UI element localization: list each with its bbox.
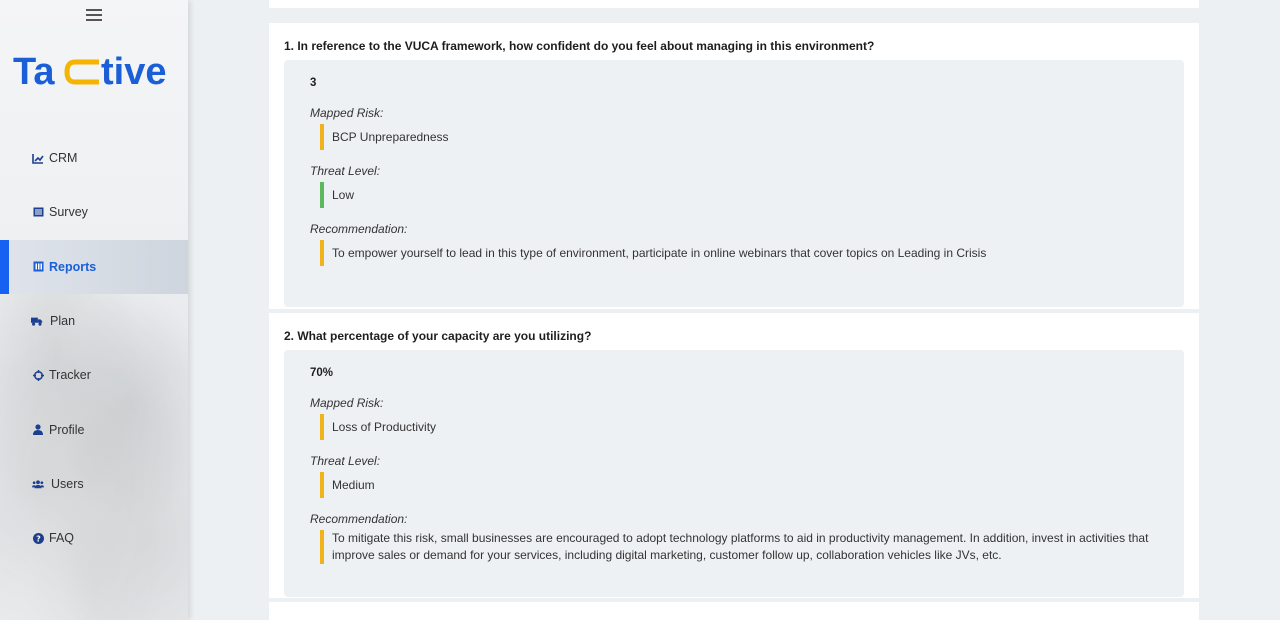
mapped-risk-value: Loss of Productivity: [320, 414, 1158, 440]
recommendation-value: To mitigate this risk, small businesses …: [320, 530, 1158, 564]
sidebar-item-label: Survey: [49, 205, 88, 220]
threat-level-value: Low: [320, 182, 1158, 208]
sidebar: Ta tive CRM Survey Reports Plan Tracker …: [0, 0, 188, 620]
question-title: 2. What percentage of your capacity are …: [284, 329, 592, 343]
question-circle-icon: ?: [32, 532, 44, 544]
sidebar-item-label: FAQ: [49, 531, 75, 546]
recommendation-text: To empower yourself to lead in this type…: [332, 245, 987, 260]
recommendation-label: Recommendation:: [310, 512, 408, 526]
chart-line-icon: [32, 152, 44, 164]
user-icon: [32, 424, 44, 436]
sidebar-item-label: Tracker: [49, 368, 91, 383]
answer-value: 3: [310, 77, 317, 89]
recommendation-text: To mitigate this risk, small businesses …: [332, 531, 1149, 562]
threat-level-value: Medium: [320, 472, 1158, 498]
sidebar-item-label: Reports: [49, 259, 97, 274]
sidebar-item-faq[interactable]: ? FAQ: [0, 511, 188, 565]
threat-level-text: Low: [332, 187, 355, 202]
question-title: 1. In reference to the VUCA framework, h…: [284, 39, 875, 53]
sidebar-item-profile[interactable]: Profile: [0, 402, 188, 456]
answer-value: 70%: [310, 367, 334, 379]
answer-box: 3 Mapped Risk: BCP Unpreparedness Threat…: [284, 60, 1184, 307]
menu-icon[interactable]: [86, 9, 102, 21]
question-card: 1. In reference to the VUCA framework, h…: [269, 23, 1199, 309]
sidebar-nav: CRM Survey Reports Plan Tracker Profile …: [0, 131, 188, 565]
sidebar-item-label: Plan: [50, 314, 76, 329]
recommendation-label: Recommendation:: [310, 222, 408, 236]
svg-text:?: ?: [36, 534, 41, 543]
tactive-logo: Ta tive: [13, 51, 166, 92]
sidebar-item-survey[interactable]: Survey: [0, 185, 188, 239]
sidebar-item-users[interactable]: Users: [0, 457, 188, 511]
report-icon: [32, 261, 44, 273]
list-icon: [32, 206, 44, 218]
crosshair-icon: [32, 369, 44, 381]
sidebar-item-label: CRM: [49, 151, 78, 166]
recommendation-value: To empower yourself to lead in this type…: [320, 240, 1158, 266]
sidebar-item-reports[interactable]: Reports: [0, 239, 188, 295]
mapped-risk-text: Loss of Productivity: [332, 419, 437, 434]
users-icon: [32, 478, 44, 490]
threat-level-label: Threat Level:: [310, 454, 381, 468]
sidebar-item-crm[interactable]: CRM: [0, 131, 188, 185]
question-card: 2. What percentage of your capacity are …: [269, 313, 1199, 598]
truck-icon: [31, 315, 43, 327]
sidebar-item-tracker[interactable]: Tracker: [0, 348, 188, 402]
threat-level-text: Medium: [332, 477, 375, 492]
sidebar-item-plan[interactable]: Plan: [0, 294, 188, 348]
previous-card-edge: [269, 0, 1199, 8]
mapped-risk-label: Mapped Risk:: [310, 106, 384, 120]
question-card-next: [269, 602, 1199, 620]
answer-box: 70% Mapped Risk: Loss of Productivity Th…: [284, 350, 1184, 597]
mapped-risk-text: BCP Unpreparedness: [332, 129, 449, 144]
svg-text:tive: tive: [101, 51, 166, 92]
sidebar-item-label: Profile: [49, 422, 85, 437]
sidebar-item-label: Users: [51, 476, 84, 491]
threat-level-label: Threat Level:: [310, 164, 381, 178]
svg-text:Ta: Ta: [13, 51, 55, 92]
mapped-risk-label: Mapped Risk:: [310, 396, 384, 410]
mapped-risk-value: BCP Unpreparedness: [320, 124, 1158, 150]
